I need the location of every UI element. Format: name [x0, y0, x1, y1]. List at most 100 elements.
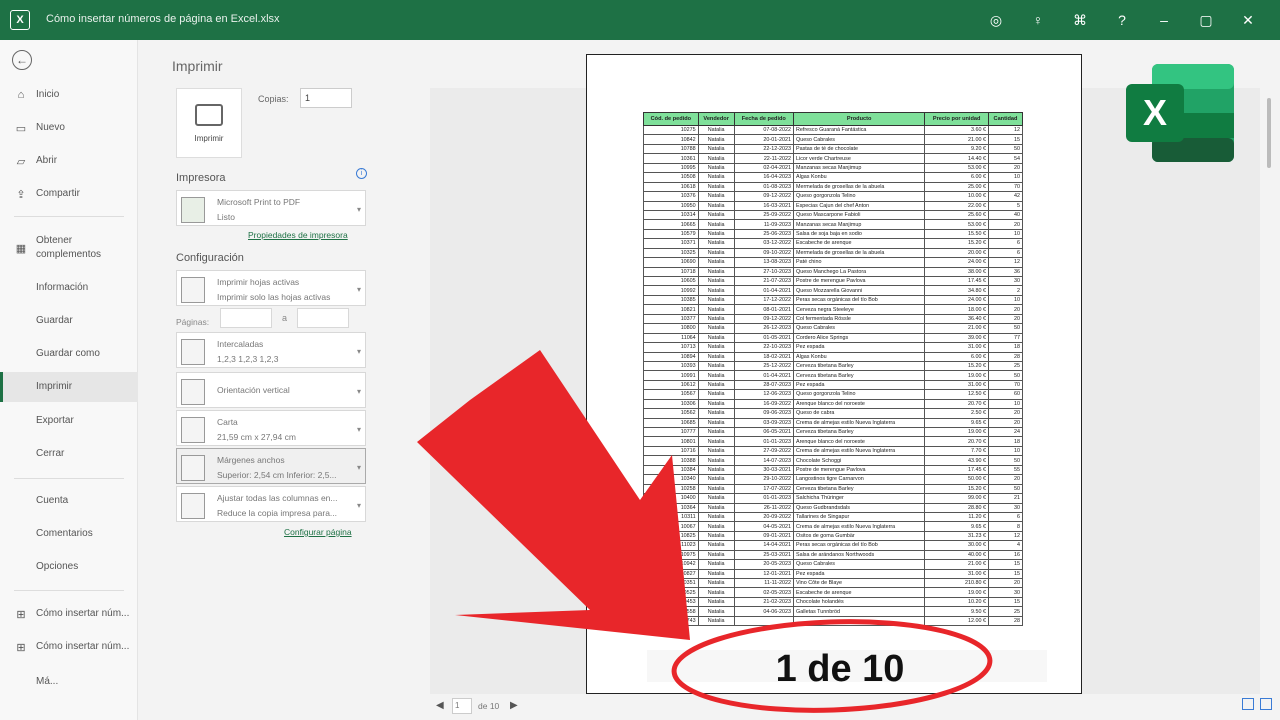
- show-margins-icon[interactable]: [1242, 698, 1254, 710]
- table-cell: 10525: [643, 587, 699, 598]
- table-cell: Natalia: [697, 426, 735, 438]
- next-page-icon[interactable]: ▶: [510, 700, 518, 711]
- table-cell: Natalia: [697, 389, 735, 400]
- scaling-dropdown[interactable]: Ajustar todas las columnas en... Reduce …: [176, 486, 366, 522]
- sidebar-item-complementos[interactable]: ▦ Obtener complementos: [0, 228, 138, 268]
- table-cell: 30: [988, 502, 1023, 513]
- pages-from-input[interactable]: [220, 308, 272, 328]
- coauthor-icon[interactable]: ⌘: [1068, 8, 1092, 32]
- margins-dropdown[interactable]: Márgenes anchos Superior: 2,54 cm Inferi…: [176, 448, 366, 484]
- sidebar-item-abrir[interactable]: ▱ Abrir: [0, 146, 138, 176]
- table-cell: Natalia: [697, 209, 735, 221]
- table-cell: 10950: [643, 200, 699, 211]
- designer-icon[interactable]: ◎: [984, 8, 1008, 32]
- table-row: 10508 Natalia 16-04-2023 Algas Konbu 6.00 €1…: [643, 172, 1023, 183]
- table-cell: 20-05-2023: [733, 559, 795, 570]
- sidebar-item-more[interactable]: Má...: [0, 667, 138, 697]
- table-row: 10453 Natalia 21-02-2023 Chocolate holandés…: [643, 596, 1023, 608]
- collate-dropdown[interactable]: Intercaladas 1,2,3 1,2,3 1,2,3 ▾: [176, 332, 366, 368]
- table-cell: Queso Mozzarella Giovanni: [792, 285, 926, 296]
- sidebar-item-cerrar[interactable]: Cerrar: [0, 439, 138, 469]
- printer-properties-link[interactable]: Propiedades de impresora: [248, 230, 348, 240]
- table-cell: 01-04-2021: [733, 370, 795, 381]
- sidebar-item-imprimir[interactable]: Imprimir: [0, 372, 138, 402]
- table-cell: Algas Konbu: [792, 351, 926, 362]
- restore-icon[interactable]: ▢: [1194, 8, 1218, 32]
- table-cell: 10618: [643, 181, 699, 193]
- table-cell: 18: [988, 342, 1023, 353]
- table-cell: 10364: [643, 502, 699, 513]
- table-cell: Algas Konbu: [792, 172, 926, 183]
- help-icon[interactable]: ?: [1110, 8, 1134, 32]
- sidebar-item-guardar[interactable]: Guardar: [0, 306, 138, 336]
- printer-device-icon: [181, 197, 205, 223]
- table-cell: 10788: [643, 143, 699, 155]
- table-cell: 12-01-2021: [733, 568, 795, 580]
- table-cell: Natalia: [697, 351, 735, 362]
- table-cell: 15: [988, 134, 1023, 145]
- printer-dropdown[interactable]: Microsoft Print to PDF Listo ▾: [176, 190, 366, 226]
- sidebar-item-guardar-como[interactable]: Guardar como: [0, 339, 138, 369]
- table-cell: 19.00 €: [924, 426, 990, 438]
- pages-to-input[interactable]: [297, 308, 349, 328]
- table-cell: 10827: [643, 568, 699, 580]
- table-cell: 20: [988, 408, 1023, 419]
- table-row: 10821 Natalia 08-01-2021 Cerveza negra Stee…: [643, 304, 1023, 315]
- sidebar-item-cuenta[interactable]: Cuenta: [0, 486, 138, 516]
- table-cell: Cerveza tibetana Barley: [792, 483, 926, 495]
- table-cell: Chocolate Schoggi: [792, 455, 926, 466]
- page-number-input[interactable]: 1: [452, 698, 472, 714]
- table-cell: 24.00 €: [924, 294, 990, 306]
- table-row: 10777 Natalia 06-05-2021 Cerveza tibetana B…: [643, 426, 1023, 438]
- table-cell: 10665: [643, 219, 699, 230]
- back-arrow-icon[interactable]: ←: [12, 50, 32, 70]
- sidebar-recent-file[interactable]: ⊞ Cómo insertar núm...: [0, 599, 138, 629]
- table-cell: Langostinos tigre Carnarvon: [792, 474, 926, 485]
- zoom-to-page-icon[interactable]: [1260, 698, 1272, 710]
- table-cell: Ositos de goma Gumbär: [792, 530, 926, 542]
- preview-table: Cód. de pedido Vendedor Fecha de pedido Pro…: [643, 112, 1023, 627]
- sidebar-item-nuevo[interactable]: ▭ Nuevo: [0, 113, 138, 143]
- table-cell: 50: [988, 323, 1023, 334]
- table-cell: 01-01-2023: [733, 493, 795, 504]
- info-icon[interactable]: i: [356, 168, 367, 179]
- table-cell: Cordero Alice Springs: [792, 332, 926, 344]
- table-cell: 10393: [643, 360, 699, 372]
- table-cell: 50: [988, 455, 1023, 466]
- table-header-cell: Cód. de pedido: [643, 112, 699, 126]
- table-cell: 11023: [643, 540, 699, 551]
- sidebar-item-compartir[interactable]: ⇪ Compartir: [0, 179, 138, 209]
- page-setup-link[interactable]: Configurar página: [284, 527, 352, 537]
- lightbulb-icon[interactable]: ♀: [1026, 8, 1050, 32]
- sidebar-item-informacion[interactable]: Información: [0, 273, 138, 303]
- print-button[interactable]: Imprimir: [176, 88, 242, 158]
- prev-page-icon[interactable]: ◀: [436, 700, 444, 711]
- copies-input[interactable]: 1: [300, 88, 352, 108]
- orientation-dropdown[interactable]: Orientación vertical ▾: [176, 372, 366, 408]
- table-cell: 10718: [643, 266, 699, 278]
- sidebar-item-opciones[interactable]: Opciones: [0, 552, 138, 582]
- table-cell: 10067: [643, 521, 699, 532]
- print-what-dropdown[interactable]: Imprimir hojas activas Imprimir solo las…: [176, 270, 366, 306]
- table-row: 10713 Natalia 22-10-2023 Pez espada 31.00 €1…: [643, 342, 1023, 353]
- table-cell: Natalia: [697, 275, 735, 287]
- table-cell: Natalia: [697, 294, 735, 306]
- paper-icon: [181, 417, 205, 443]
- scrollbar-thumb[interactable]: [1267, 98, 1271, 168]
- close-icon[interactable]: ✕: [1236, 8, 1260, 32]
- paper-size-dropdown[interactable]: Carta 21,59 cm x 27,94 cm ▾: [176, 410, 366, 446]
- sidebar-recent-file[interactable]: ⊞ Cómo insertar núm...: [0, 632, 138, 662]
- table-cell: 2: [988, 285, 1023, 296]
- table-cell: Natalia: [697, 587, 735, 598]
- table-cell: 9.20 €: [924, 143, 990, 155]
- table-cell: 25-03-2021: [733, 549, 795, 561]
- table-cell: Manzanas secas Manjimup: [792, 162, 926, 174]
- sidebar-item-exportar[interactable]: Exportar: [0, 406, 138, 436]
- table-cell: 10: [988, 228, 1023, 240]
- minimize-icon[interactable]: –: [1152, 8, 1176, 32]
- preview-scrollbar[interactable]: [1264, 88, 1274, 694]
- sidebar-item-comentarios[interactable]: Comentarios: [0, 519, 138, 549]
- table-cell: 17-07-2022: [733, 483, 795, 495]
- sidebar-item-inicio[interactable]: ⌂ Inicio: [0, 80, 138, 110]
- table-cell: 50.00 €: [924, 474, 990, 485]
